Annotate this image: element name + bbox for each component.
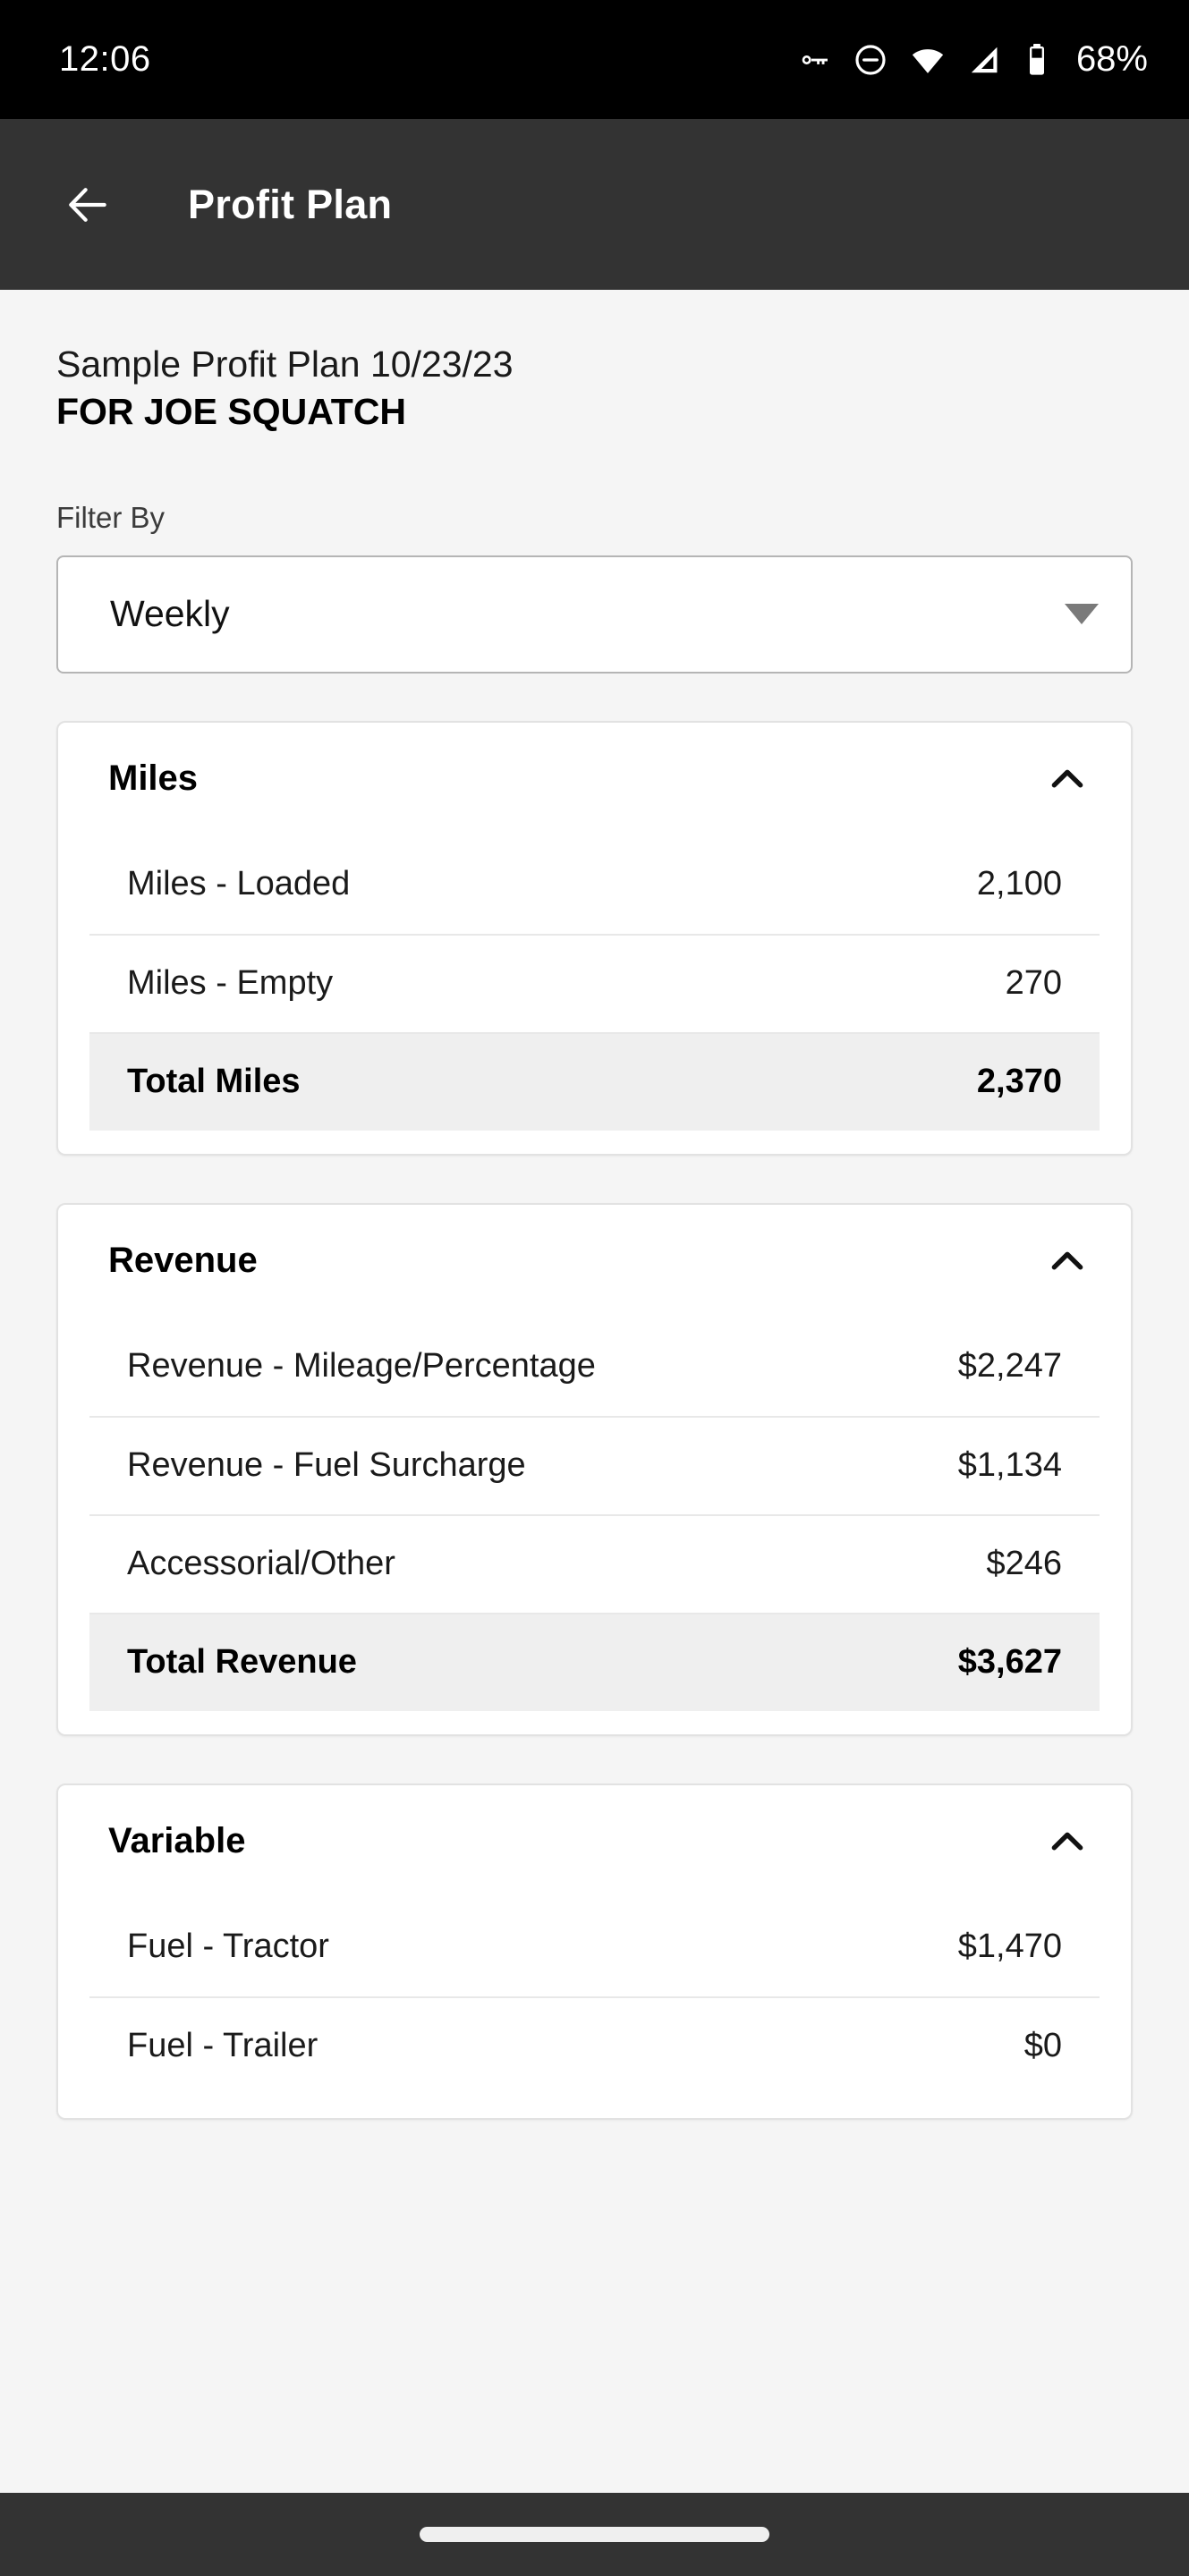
system-navigation-bar <box>0 2493 1189 2576</box>
plan-header: Sample Profit Plan 10/23/23 FOR JOE SQUA… <box>56 290 1133 436</box>
section-card: Revenue Revenue - Mileage/Percentage $2,24… <box>56 1202 1133 1736</box>
row-label: Fuel - Tractor <box>127 1928 329 1965</box>
chevron-up-icon[interactable] <box>1043 755 1091 803</box>
row-label: Miles - Loaded <box>127 865 351 902</box>
row-label: Accessorial/Other <box>127 1545 395 1582</box>
section-card: Variable Fuel - Tractor $1,470 Fuel - Trail… <box>56 1783 1133 2120</box>
gesture-home-handle[interactable] <box>420 2527 769 2542</box>
table-row: Miles - Loaded 2,100 <box>89 835 1100 934</box>
row-value: $2,247 <box>957 1347 1062 1385</box>
table-row-total: Total Revenue $3,627 <box>89 1612 1100 1711</box>
row-value: 2,370 <box>976 1063 1062 1100</box>
table-row: Fuel - Trailer $0 <box>89 1996 1100 2095</box>
section-header-variable[interactable]: Variable <box>58 1785 1131 1898</box>
app-bar: Profit Plan <box>0 119 1189 290</box>
row-label: Miles - Empty <box>127 964 334 1002</box>
filter-by-select[interactable]: Weekly <box>56 555 1133 674</box>
row-value: 2,100 <box>976 865 1062 902</box>
do-not-disturb-icon <box>853 42 888 78</box>
section-rows: Fuel - Tractor $1,470 Fuel - Trailer $0 <box>58 1898 1131 2095</box>
table-row: Miles - Empty 270 <box>89 933 1100 1032</box>
chevron-down-icon <box>1065 604 1099 624</box>
section-header-miles[interactable]: Miles <box>58 723 1131 835</box>
filter-by-value: Weekly <box>110 593 230 634</box>
chevron-up-icon[interactable] <box>1043 1818 1091 1866</box>
sections-container: Miles Miles - Loaded 2,100 Miles - Empty 270… <box>56 720 1133 2120</box>
cellular-signal-icon <box>967 42 1003 78</box>
section-rows: Miles - Loaded 2,100 Miles - Empty 270 Total… <box>58 835 1131 1131</box>
section-rows: Revenue - Mileage/Percentage $2,247 Revenu… <box>58 1318 1131 1711</box>
plan-owner: FOR JOE SQUATCH <box>56 391 407 433</box>
table-row: Accessorial/Other $246 <box>89 1513 1100 1613</box>
section-title: Miles <box>108 758 199 798</box>
table-row: Fuel - Tractor $1,470 <box>89 1898 1100 1996</box>
wifi-icon <box>909 41 947 79</box>
table-row-total: Total Miles 2,370 <box>89 1031 1100 1131</box>
row-value: $1,470 <box>957 1928 1062 1965</box>
row-label: Revenue - Fuel Surcharge <box>127 1446 526 1484</box>
status-bar: 12:06 68% <box>0 0 1189 119</box>
status-clock: 12:06 <box>59 39 151 79</box>
battery-icon <box>1023 42 1050 78</box>
filter-by-label: Filter By <box>56 500 166 534</box>
row-label: Total Revenue <box>127 1643 357 1681</box>
scroll-content[interactable]: Sample Profit Plan 10/23/23 FOR JOE SQUA… <box>0 290 1189 2493</box>
row-value: $3,627 <box>957 1643 1062 1681</box>
page-title: Profit Plan <box>188 181 393 227</box>
row-value: 270 <box>1005 964 1062 1002</box>
chevron-up-icon[interactable] <box>1043 1237 1091 1285</box>
row-value: $246 <box>986 1545 1062 1582</box>
section-title: Variable <box>108 1821 246 1860</box>
row-label: Fuel - Trailer <box>127 2027 318 2064</box>
row-value: $1,134 <box>957 1446 1062 1484</box>
section-header-revenue[interactable]: Revenue <box>58 1205 1131 1318</box>
row-value: $0 <box>1023 2027 1062 2064</box>
table-row: Revenue - Mileage/Percentage $2,247 <box>89 1318 1100 1416</box>
section-card: Miles Miles - Loaded 2,100 Miles - Empty 270… <box>56 720 1133 1156</box>
section-title: Revenue <box>108 1241 258 1280</box>
row-label: Revenue - Mileage/Percentage <box>127 1347 596 1385</box>
back-arrow-icon[interactable] <box>59 176 116 233</box>
app-screen: 12:06 68% Profit Plan Sample Profit Plan… <box>0 0 1189 2576</box>
plan-name: Sample Profit Plan 10/23/23 <box>56 343 514 385</box>
vpn-key-icon <box>796 42 832 78</box>
status-icon-group: 68% <box>796 39 1148 80</box>
row-label: Total Miles <box>127 1063 301 1100</box>
battery-percent-label: 68% <box>1075 39 1148 79</box>
table-row: Revenue - Fuel Surcharge $1,134 <box>89 1415 1100 1514</box>
